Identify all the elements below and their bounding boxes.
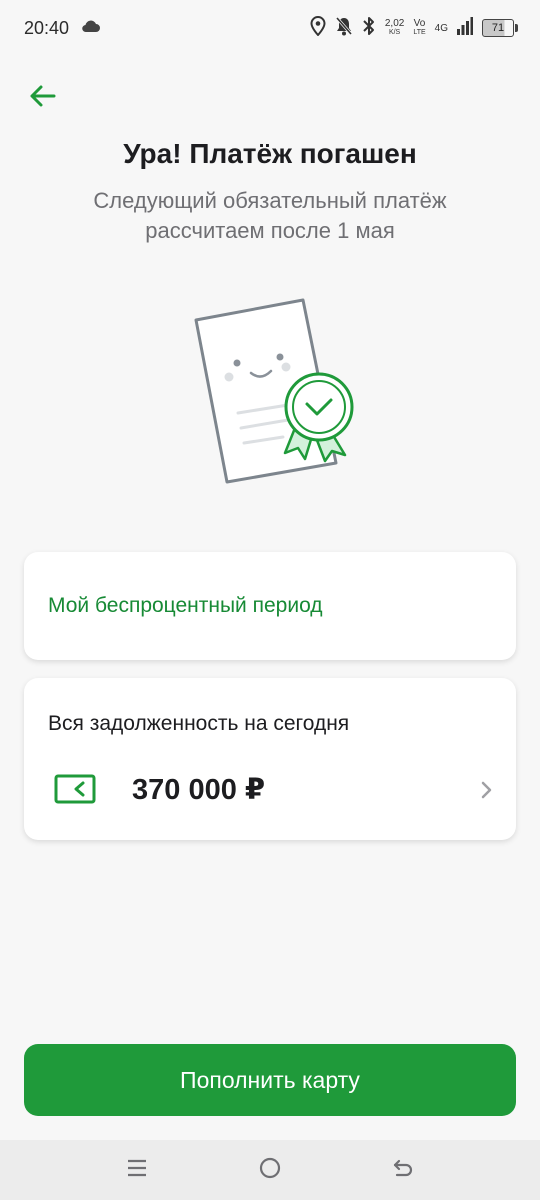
- status-bar-left: 20:40: [24, 18, 101, 39]
- cloud-icon: [81, 19, 101, 38]
- total-debt-card[interactable]: Вся задолженность на сегодня 370 000 ₽: [24, 678, 516, 840]
- nav-back-button[interactable]: [373, 1140, 433, 1200]
- total-debt-label: Вся задолженность на сегодня: [48, 712, 350, 735]
- card-wallet-icon: [54, 774, 96, 804]
- system-nav-bar: [0, 1140, 540, 1200]
- page-title: Ура! Платёж погашен: [123, 138, 417, 169]
- page-subtitle: Следующий обязательный платёж рассчитаем…: [93, 188, 447, 243]
- bluetooth-icon: [362, 16, 376, 41]
- interest-free-period-card[interactable]: Мой беспроцентный период: [24, 552, 516, 660]
- screen: 20:40 2,02 K/S Vo LTE 4G 71 Ура! Платёж …: [0, 0, 540, 1200]
- back-icon: [391, 1156, 415, 1185]
- nav-home-button[interactable]: [240, 1140, 300, 1200]
- status-bar-right: 2,02 K/S Vo LTE 4G 71: [310, 15, 518, 41]
- bell-off-icon: [335, 16, 353, 41]
- location-icon: [310, 15, 326, 41]
- interest-free-period-label: Мой беспроцентный период: [48, 594, 323, 617]
- menu-icon: [126, 1158, 148, 1183]
- top-up-card-button[interactable]: Пополнить карту: [24, 1044, 516, 1116]
- volte-indicator: Vo LTE: [413, 18, 426, 37]
- battery-icon: 71: [482, 19, 518, 37]
- chevron-right-icon: [480, 780, 494, 800]
- home-icon: [258, 1156, 282, 1185]
- nav-menu-button[interactable]: [107, 1140, 167, 1200]
- document-with-award-icon: [185, 295, 365, 490]
- net-speed: 2,02 K/S: [384, 18, 405, 37]
- status-time: 20:40: [24, 17, 70, 38]
- network-type: 4G: [434, 22, 448, 34]
- status-bar: 20:40 2,02 K/S Vo LTE 4G 71: [0, 0, 540, 56]
- battery-level: 71: [491, 22, 505, 34]
- back-button[interactable]: [22, 78, 62, 118]
- arrow-left-icon: [28, 84, 56, 113]
- total-debt-amount: 370 000 ₽: [132, 774, 266, 806]
- signal-icon: [457, 16, 473, 40]
